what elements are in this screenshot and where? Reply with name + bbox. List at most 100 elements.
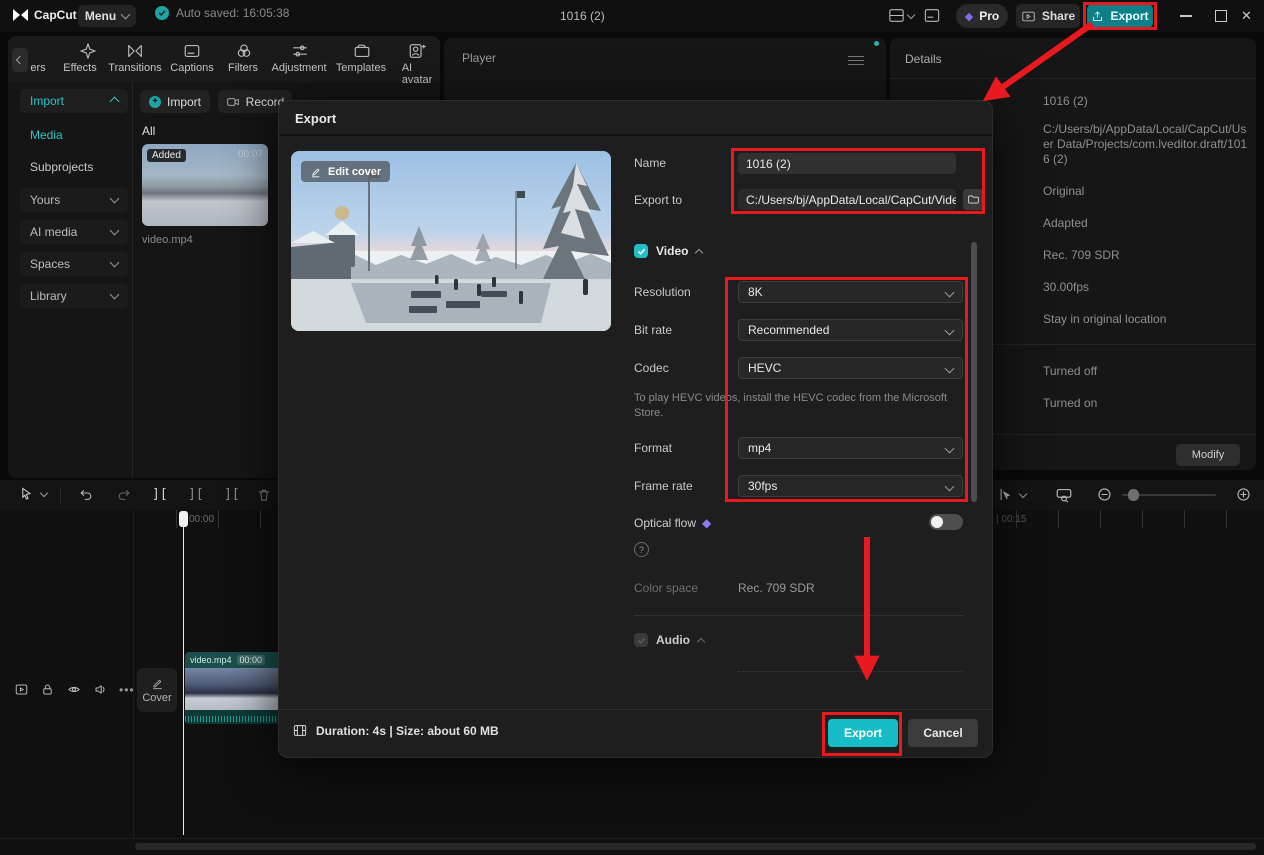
- export-to-input[interactable]: C:/Users/bj/AppData/Local/CapCut/Vide…: [738, 189, 956, 210]
- dialog-export-button[interactable]: Export: [828, 719, 898, 747]
- name-label: Name: [634, 156, 666, 170]
- toolbar-item-templates[interactable]: [353, 42, 371, 60]
- toolbar-item-transitions-label[interactable]: Transitions: [108, 62, 161, 74]
- eye-icon[interactable]: [66, 682, 82, 697]
- delete-button[interactable]: [256, 487, 272, 503]
- resolution-label: Resolution: [634, 285, 691, 299]
- main-track-icon[interactable]: [14, 682, 29, 697]
- media-tab-all[interactable]: All: [142, 124, 155, 138]
- details-value-resolution: Original: [1043, 184, 1084, 198]
- panel-toggle-button[interactable]: [923, 8, 941, 23]
- audio-section-header[interactable]: Audio: [634, 633, 704, 647]
- audio-section-label: Audio: [656, 633, 690, 647]
- project-title: 1016 (2): [560, 9, 605, 23]
- layout-switch-button[interactable]: [888, 8, 914, 23]
- toolbar-item-captions-label[interactable]: Captions: [170, 62, 213, 74]
- framerate-dropdown[interactable]: 30fps: [738, 475, 963, 497]
- player-title: Player: [462, 51, 496, 65]
- split-left-button[interactable]: ][: [188, 487, 204, 502]
- audio-checkbox[interactable]: [634, 633, 648, 647]
- share-label: Share: [1042, 9, 1075, 23]
- import-media-button[interactable]: + Import: [140, 90, 210, 113]
- format-dropdown[interactable]: mp4: [738, 437, 963, 459]
- toolbar-item-filters[interactable]: [235, 42, 253, 60]
- dialog-scrollbar[interactable]: [971, 242, 977, 502]
- details-value-turned-on: Turned on: [1043, 396, 1097, 410]
- export-summary: Duration: 4s | Size: about 60 MB: [292, 723, 499, 738]
- collapse-toolbar-button[interactable]: [12, 48, 28, 72]
- toolbar-item-filters-label[interactable]: Filters: [228, 62, 258, 74]
- sidebar-item-yours[interactable]: Yours: [20, 188, 128, 212]
- split-right-button[interactable]: ][: [224, 487, 240, 502]
- panel-icon: [923, 8, 941, 23]
- toolbar-item-stickers-label[interactable]: ers: [30, 62, 45, 74]
- more-icon[interactable]: •••: [119, 683, 135, 697]
- share-button[interactable]: Share: [1016, 4, 1080, 28]
- zoom-out-button[interactable]: [1096, 486, 1113, 503]
- chevron-up-icon: [110, 96, 120, 106]
- timeline-hscrollbar[interactable]: [135, 843, 1256, 850]
- toolbar-item-effects-label[interactable]: Effects: [63, 62, 96, 74]
- toolbar-item-adjustment-label[interactable]: Adjustment: [271, 62, 326, 74]
- dotted-divider: [738, 671, 964, 672]
- toolbar-item-ai-avatar[interactable]: [408, 42, 426, 60]
- dialog-cancel-button[interactable]: Cancel: [908, 719, 978, 747]
- export-button-titlebar[interactable]: Export: [1087, 4, 1153, 28]
- codec-dropdown[interactable]: HEVC: [738, 357, 963, 379]
- preview-axis-button[interactable]: [1055, 486, 1073, 504]
- sidebar-item-library[interactable]: Library: [20, 284, 128, 308]
- toolbar-item-captions[interactable]: [183, 42, 201, 60]
- browse-folder-button[interactable]: [963, 189, 984, 210]
- chevron-down-icon: [945, 482, 955, 492]
- select-tool-button[interactable]: [18, 486, 47, 502]
- toolbar-item-adjustment[interactable]: [291, 42, 309, 60]
- details-value-location: Stay in original location: [1043, 312, 1166, 326]
- sidebar-item-ai-media[interactable]: AI media: [20, 220, 128, 244]
- toolbar-item-transitions[interactable]: [126, 42, 144, 60]
- split-button[interactable]: ][: [152, 487, 168, 502]
- player-menu-icon[interactable]: [848, 53, 864, 68]
- redo-button[interactable]: [116, 487, 132, 503]
- sidebar-item-media[interactable]: Media: [30, 128, 63, 142]
- codec-value: HEVC: [748, 361, 781, 375]
- resolution-dropdown[interactable]: 8K: [738, 281, 963, 303]
- edit-cover-button[interactable]: Edit cover: [301, 161, 390, 182]
- media-thumbnail[interactable]: Added 00:07: [142, 144, 268, 226]
- lock-icon[interactable]: [40, 682, 55, 697]
- name-input[interactable]: 1016 (2): [738, 153, 956, 174]
- sidebar-item-spaces[interactable]: Spaces: [20, 252, 128, 276]
- pro-diamond-icon: ◆: [702, 516, 711, 530]
- zoom-slider[interactable]: [1122, 494, 1216, 496]
- sidebar-item-library-label: Library: [30, 289, 67, 303]
- sidebar-item-import[interactable]: Import: [20, 89, 128, 113]
- help-icon[interactable]: ?: [634, 542, 649, 557]
- video-checkbox[interactable]: [634, 244, 648, 258]
- pro-label: Pro: [979, 9, 999, 23]
- zoom-slider-handle[interactable]: [1128, 489, 1139, 501]
- optical-flow-toggle[interactable]: [929, 514, 963, 530]
- dialog-title: Export: [295, 111, 336, 126]
- details-title: Details: [905, 52, 942, 66]
- cover-button[interactable]: Cover: [137, 668, 177, 712]
- snapping-button[interactable]: [996, 486, 1026, 503]
- toolbar-item-effects[interactable]: [80, 42, 97, 60]
- pro-button[interactable]: ◆ Pro: [956, 4, 1008, 28]
- bitrate-dropdown[interactable]: Recommended: [738, 319, 963, 341]
- menu-button[interactable]: Menu: [78, 5, 136, 27]
- sidebar-item-subprojects[interactable]: Subprojects: [30, 160, 93, 174]
- video-section-header[interactable]: Video: [634, 244, 702, 258]
- speaker-icon[interactable]: [93, 682, 108, 697]
- undo-button[interactable]: [78, 487, 94, 503]
- maximize-button[interactable]: [1215, 10, 1227, 22]
- zoom-in-button[interactable]: [1235, 486, 1252, 503]
- toolbar-item-templates-label[interactable]: Templates: [336, 62, 386, 74]
- video-section-label: Video: [656, 244, 688, 258]
- toolbar-item-ai-avatar-label[interactable]: AI avatar: [402, 62, 433, 86]
- close-button[interactable]: ✕: [1241, 8, 1252, 24]
- minimize-button[interactable]: [1180, 15, 1192, 17]
- modify-button[interactable]: Modify: [1176, 444, 1240, 466]
- framerate-label: Frame rate: [634, 479, 693, 493]
- added-badge: Added: [147, 149, 186, 162]
- media-filename: video.mp4: [142, 234, 193, 246]
- menu-label: Menu: [85, 9, 116, 23]
